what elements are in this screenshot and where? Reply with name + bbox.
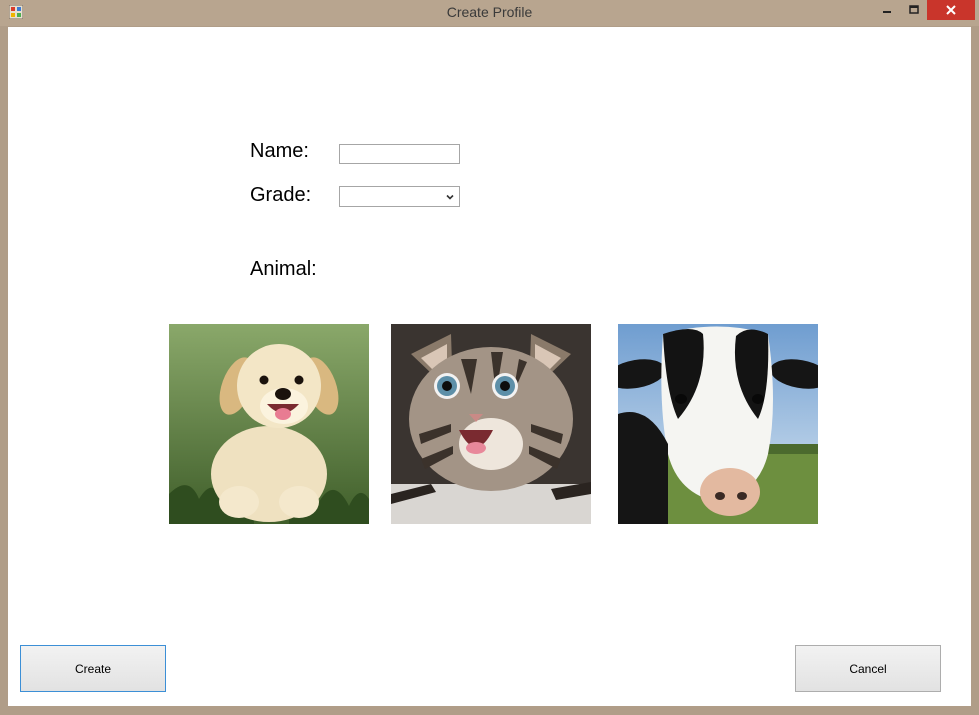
puppy-icon bbox=[169, 324, 369, 524]
chevron-down-icon bbox=[446, 194, 454, 200]
animal-label: Animal: bbox=[250, 258, 317, 280]
name-input[interactable] bbox=[339, 144, 460, 164]
cancel-button[interactable]: Cancel bbox=[795, 645, 941, 692]
maximize-button[interactable] bbox=[900, 0, 928, 20]
close-icon bbox=[946, 5, 956, 15]
cow-picture[interactable] bbox=[618, 324, 818, 524]
kitten-picture[interactable] bbox=[391, 324, 591, 524]
kitten-icon bbox=[391, 324, 591, 524]
close-button[interactable] bbox=[927, 0, 975, 20]
maximize-icon bbox=[909, 5, 919, 14]
minimize-button[interactable] bbox=[873, 0, 901, 20]
grade-label: Grade: bbox=[250, 184, 312, 206]
grade-dropdown[interactable] bbox=[339, 186, 460, 207]
create-button[interactable]: Create bbox=[20, 645, 166, 692]
minimize-icon bbox=[883, 11, 891, 13]
form-client-area: Name: Grade: Animal: Create Cancel bbox=[8, 27, 971, 706]
cow-icon bbox=[618, 324, 818, 524]
puppy-picture[interactable] bbox=[169, 324, 369, 524]
window-title: Create Profile bbox=[446, 4, 533, 20]
name-label: Name: bbox=[250, 140, 309, 162]
title-bar[interactable]: Create Profile bbox=[0, 0, 979, 26]
